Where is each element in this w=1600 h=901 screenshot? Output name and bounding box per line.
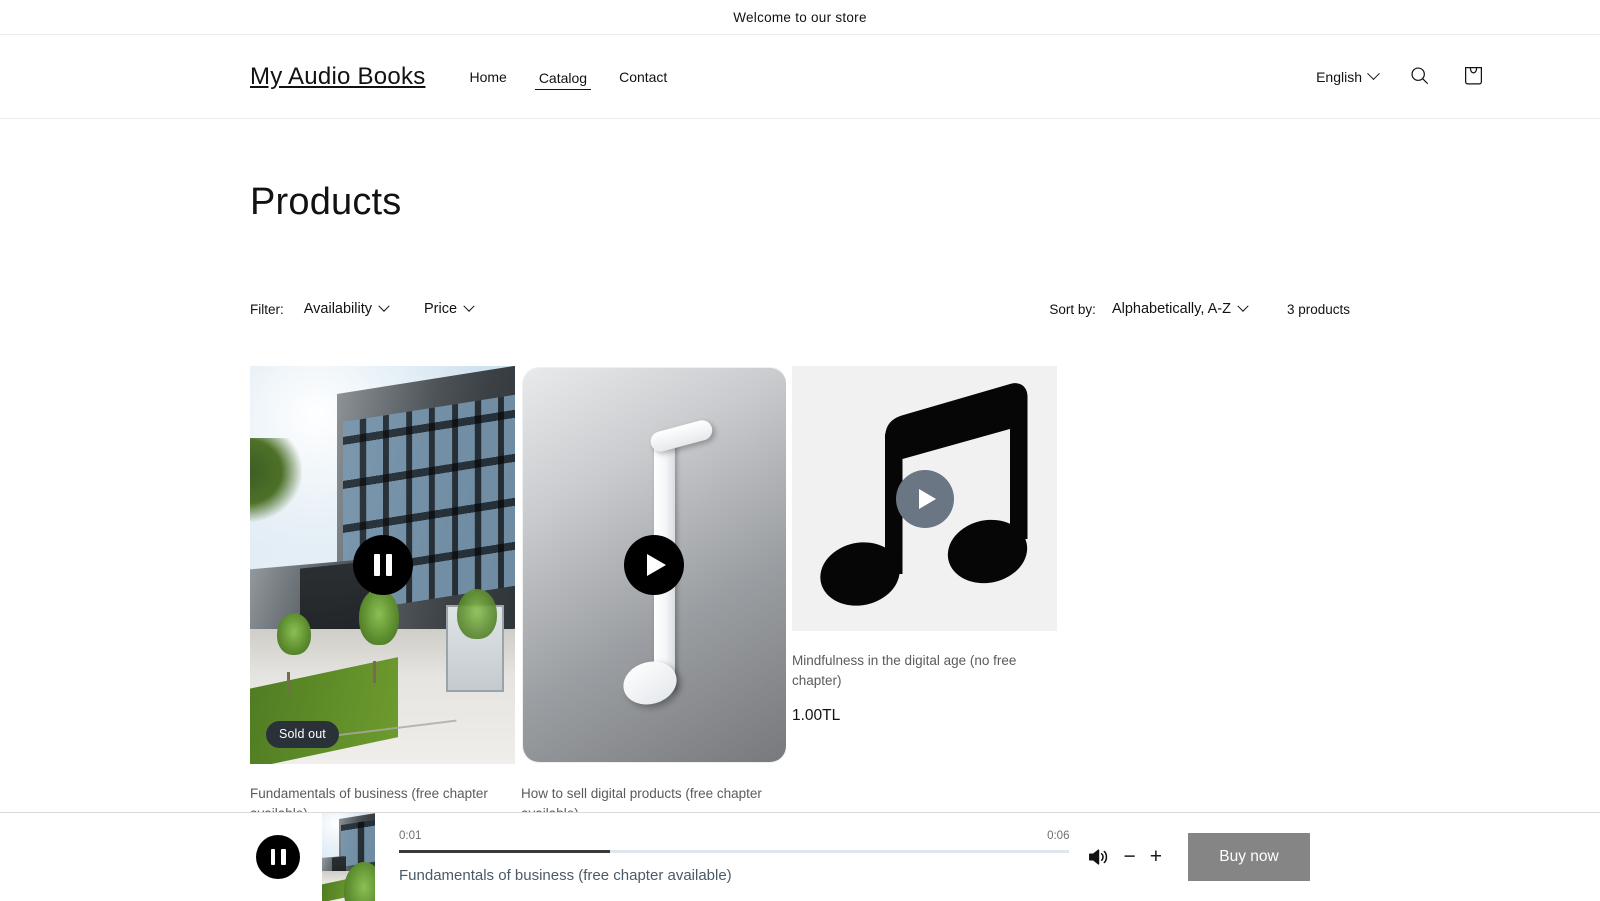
player-track-thumbnail <box>322 813 375 901</box>
audio-player-bar: 0:01 0:06 Fundamentals of business (free… <box>0 812 1600 900</box>
pause-icon <box>374 554 392 576</box>
language-selector-label: English <box>1316 69 1362 85</box>
player-progress-fill <box>399 850 610 853</box>
nav-link-catalog[interactable]: Catalog <box>535 64 591 90</box>
chevron-down-icon <box>378 301 389 312</box>
player-current-time: 0:01 <box>399 830 421 842</box>
announcement-bar: Welcome to our store <box>0 0 1600 35</box>
cart-button[interactable] <box>1456 60 1490 94</box>
volume-up-button[interactable]: + <box>1150 846 1162 867</box>
buy-now-button[interactable]: Buy now <box>1188 833 1310 881</box>
player-volume-controls: − + <box>1087 846 1162 867</box>
sort-by-label: Sort by: <box>1049 302 1096 317</box>
product-title[interactable]: Mindfulness in the digital age (no free … <box>792 651 1042 690</box>
product-media[interactable] <box>521 366 786 764</box>
player-progress-slider[interactable] <box>399 850 1069 853</box>
filter-price[interactable]: Price <box>424 301 473 317</box>
main-navigation: Home Catalog Contact <box>465 63 671 91</box>
player-progress-section: 0:01 0:06 Fundamentals of business (free… <box>399 824 1069 890</box>
player-pause-button[interactable] <box>256 835 300 879</box>
search-button[interactable] <box>1402 60 1436 94</box>
product-media[interactable] <box>792 366 1057 631</box>
search-icon <box>1409 65 1430 89</box>
filter-price-label: Price <box>424 301 457 317</box>
product-media[interactable]: Sold out <box>250 366 515 764</box>
media-play-button[interactable] <box>896 470 954 528</box>
page-title: Products <box>250 181 1350 224</box>
nav-link-home[interactable]: Home <box>465 63 510 91</box>
chevron-down-icon <box>1367 67 1380 80</box>
filter-label: Filter: <box>250 302 284 317</box>
volume-icon[interactable] <box>1087 847 1109 867</box>
cart-icon <box>1463 64 1484 90</box>
filter-availability[interactable]: Availability <box>304 301 388 317</box>
chevron-down-icon <box>1237 301 1248 312</box>
catalog-page: Products Filter: Availability Price Sort… <box>0 181 1600 858</box>
product-price: 1.00TL <box>792 707 1057 725</box>
language-selector[interactable]: English <box>1312 63 1382 91</box>
product-card[interactable]: Sold out Fundamentals of business (free … <box>250 366 515 858</box>
pause-icon <box>271 849 286 865</box>
product-grid: Sold out Fundamentals of business (free … <box>250 366 1350 858</box>
filter-availability-label: Availability <box>304 301 372 317</box>
player-duration: 0:06 <box>1047 830 1069 842</box>
media-pause-button[interactable] <box>353 535 413 595</box>
chevron-down-icon <box>463 301 474 312</box>
play-icon <box>647 554 666 576</box>
sort-by-select[interactable]: Alphabetically, A-Z <box>1112 301 1247 317</box>
volume-down-button[interactable]: − <box>1123 846 1135 867</box>
store-logo[interactable]: My Audio Books <box>250 63 425 91</box>
site-header: My Audio Books Home Catalog Contact Engl… <box>0 35 1600 119</box>
media-play-button[interactable] <box>624 535 684 595</box>
product-card[interactable]: How to sell digital products (free chapt… <box>521 366 786 858</box>
sort-by-value: Alphabetically, A-Z <box>1112 301 1231 317</box>
header-actions: English <box>1312 60 1490 94</box>
play-icon <box>919 489 936 509</box>
product-card[interactable]: Mindfulness in the digital age (no free … <box>792 366 1057 858</box>
status-badge: Sold out <box>266 721 339 748</box>
facets-bar: Filter: Availability Price Sort by: Alph… <box>250 296 1350 322</box>
nav-link-contact[interactable]: Contact <box>615 63 671 91</box>
product-count: 3 products <box>1287 302 1350 317</box>
announcement-text: Welcome to our store <box>733 10 866 25</box>
player-track-title: Fundamentals of business (free chapter a… <box>399 867 1069 884</box>
